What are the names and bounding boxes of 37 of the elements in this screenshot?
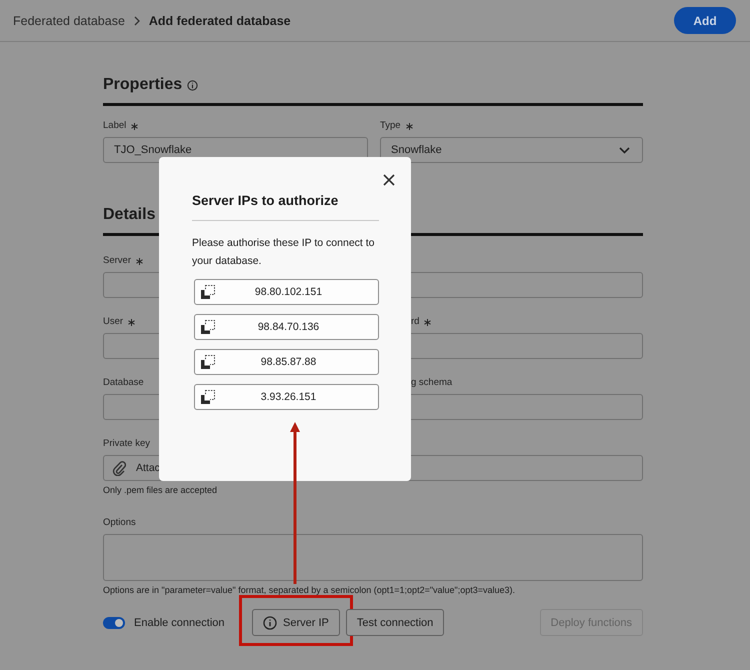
copy-icon[interactable]: [201, 320, 215, 334]
toggle-switch[interactable]: [103, 616, 125, 628]
dialog-message: Please authorise these IP to connect to your database.: [192, 236, 376, 269]
field-label: Options: [103, 516, 136, 530]
breadcrumb-link[interactable]: Federated database: [13, 14, 125, 28]
paperclip-icon: [112, 460, 126, 476]
helper-text: Only .pem files are accepted: [103, 485, 218, 495]
ip-field[interactable]: 98.84.70.136: [194, 314, 379, 340]
field-label: User: [103, 315, 124, 329]
helper-text: Options are in "parameter=value" format, separated by a semicolon (opt1=1;opt2="value";opt3=value3).: [103, 585, 516, 595]
field-label: g schema: [411, 376, 452, 390]
action-button[interactable]: Server IP: [252, 609, 340, 636]
section-title: Properties: [103, 76, 182, 94]
field-label: rd: [411, 315, 420, 329]
close-icon[interactable]: [383, 174, 395, 186]
copy-icon[interactable]: [201, 285, 215, 299]
field-label: Server: [103, 254, 131, 268]
field-label: Type: [380, 119, 401, 133]
ip-field[interactable]: 98.80.102.151: [194, 279, 379, 305]
toggle-label: Enable connection: [134, 616, 225, 628]
dialog-title: Server IPs to authorize: [192, 193, 340, 208]
field-label: Label: [103, 119, 126, 133]
action-button[interactable]: Test connection: [346, 609, 444, 636]
chevron-down-icon: [619, 146, 630, 154]
ip-field[interactable]: 3.93.26.151: [194, 384, 379, 410]
ip-field[interactable]: 98.85.87.88: [194, 349, 379, 375]
copy-icon[interactable]: [201, 390, 215, 404]
field-label: Database: [103, 376, 144, 390]
info-icon: [187, 80, 198, 90]
copy-icon[interactable]: [201, 355, 215, 369]
page-title: Add federated database: [148, 14, 291, 28]
add-button[interactable]: Add: [674, 7, 736, 34]
type-dropdown[interactable]: Snowflake: [380, 137, 643, 163]
section-title: Details: [103, 206, 156, 224]
info-icon: [263, 616, 277, 630]
field-label: Private key: [103, 437, 150, 451]
chevron-right-icon: [134, 16, 140, 26]
